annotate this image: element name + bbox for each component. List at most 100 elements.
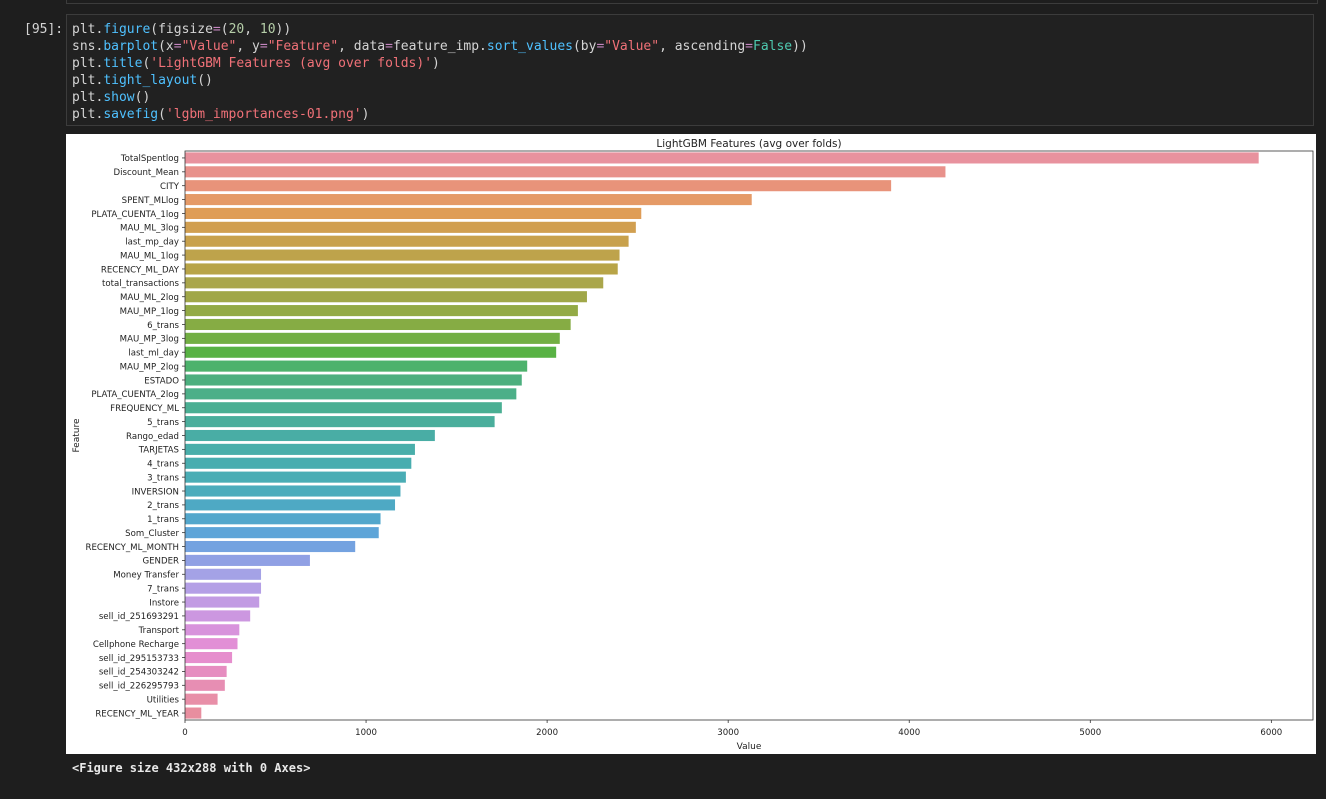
- bar: [185, 374, 522, 386]
- y-tick-label: 3_trans: [147, 473, 179, 483]
- bar: [185, 332, 560, 344]
- bar: [185, 194, 752, 206]
- y-tick-label: 1_trans: [147, 515, 179, 525]
- y-tick-label: Cellphone Recharge: [93, 640, 179, 650]
- y-tick-label: MAU_MP_1log: [120, 307, 179, 317]
- x-axis-label: Value: [737, 742, 762, 752]
- y-tick-label: 2_trans: [147, 501, 179, 511]
- code-token: =: [173, 39, 182, 54]
- code-token: "Feature": [267, 39, 339, 54]
- x-tick-label: 3000: [717, 728, 739, 738]
- figure-size-output: <Figure size 432x288 with 0 Axes>: [72, 761, 311, 775]
- x-tick-label: 2000: [536, 728, 558, 738]
- code-line: plt.tight_layout(): [72, 72, 1313, 89]
- bar: [185, 221, 636, 233]
- code-token: "Value": [604, 39, 660, 54]
- code-token: plt.: [72, 22, 104, 37]
- bar: [185, 582, 262, 594]
- y-tick-label: 7_trans: [147, 584, 179, 594]
- bar: [185, 360, 528, 372]
- bar: [185, 249, 620, 261]
- code-token: ): [432, 56, 440, 71]
- bar: [185, 540, 356, 553]
- bar: [185, 277, 604, 289]
- code-token: savefig: [103, 107, 159, 122]
- x-tick-label: 6000: [1260, 728, 1282, 738]
- y-tick-label: FREQUENCY_ML: [110, 404, 179, 414]
- code-token: (: [158, 107, 166, 122]
- y-tick-label: MAU_MP_2log: [120, 362, 179, 372]
- y-tick-label: MAU_MP_3log: [120, 335, 179, 345]
- bar: [185, 610, 251, 622]
- bar: [185, 443, 415, 455]
- chart-title: LightGBM Features (avg over folds): [656, 138, 841, 150]
- code-line: plt.figure(figsize=(20, 10)): [72, 21, 1313, 38]
- y-tick-label: RECENCY_ML_MONTH: [86, 543, 179, 553]
- code-token: plt.: [72, 90, 104, 105]
- y-tick-label: Utilities: [147, 695, 180, 705]
- cell-prompt: [95]:: [24, 22, 64, 37]
- code-token: barplot: [103, 39, 159, 54]
- y-tick-label: Rango_edad: [126, 432, 179, 442]
- bar: [185, 596, 260, 608]
- bar: [185, 457, 412, 469]
- y-tick-label: ESTADO: [144, 376, 179, 386]
- y-tick-label: Som_Cluster: [125, 529, 179, 539]
- y-tick-label: CITY: [160, 182, 180, 192]
- bar: [185, 318, 571, 331]
- bar: [185, 166, 946, 178]
- y-tick-label: INVERSION: [132, 487, 179, 497]
- y-tick-label: MAU_ML_1log: [120, 251, 179, 261]
- code-token: , ascending: [659, 39, 746, 54]
- code-token: figure: [103, 22, 151, 37]
- y-tick-label: SPENT_MLlog: [122, 196, 179, 206]
- y-tick-label: TotalSpentlog: [120, 154, 179, 164]
- code-token: 'lgbm_importances-01.png': [165, 107, 362, 122]
- code-token: (figsize: [150, 22, 213, 37]
- bar: [185, 152, 1259, 164]
- code-token: ): [361, 107, 370, 122]
- x-tick-label: 4000: [898, 728, 920, 738]
- y-tick-label: last_mp_day: [125, 238, 179, 248]
- bar: [185, 513, 381, 525]
- bar: [185, 624, 240, 636]
- y-tick-label: RECENCY_ML_DAY: [101, 265, 180, 275]
- code-token: =: [385, 39, 393, 54]
- code-token: False: [753, 39, 793, 54]
- code-token: =: [745, 39, 753, 54]
- code-token: =: [212, 22, 221, 37]
- y-tick-label: Discount_Mean: [114, 168, 179, 178]
- y-tick-label: 5_trans: [147, 418, 179, 428]
- code-token: plt.: [72, 73, 104, 88]
- y-tick-label: sell_id_251693291: [99, 612, 179, 622]
- bar: [185, 527, 379, 539]
- bar: [185, 346, 557, 358]
- code-cell-editor[interactable]: plt.figure(figsize=(20, 10)) sns.barplot(…: [66, 14, 1314, 126]
- bar: [185, 402, 502, 414]
- code-line: plt.title('LightGBM Features (avg over f…: [72, 55, 1313, 72]
- y-tick-label: PLATA_CUENTA_2log: [91, 390, 179, 400]
- bar: [185, 471, 406, 483]
- y-axis-label: Feature: [72, 418, 82, 452]
- y-tick-label: MAU_ML_2log: [120, 293, 179, 303]
- code-token: , y: [236, 39, 260, 54]
- bar: [185, 388, 517, 400]
- bar: [185, 693, 218, 705]
- x-tick-label: 0: [182, 728, 187, 738]
- y-tick-label: 6_trans: [147, 321, 179, 331]
- code-token: (by: [572, 39, 597, 54]
- bar: [185, 235, 629, 247]
- code-token: tight_layout: [103, 73, 198, 88]
- bar: [185, 679, 225, 691]
- bar: [185, 652, 233, 664]
- y-tick-label: last_ml_day: [128, 349, 179, 359]
- y-tick-label: Transport: [138, 626, 180, 636]
- y-tick-label: 4_trans: [147, 460, 179, 470]
- y-tick-label: Money Transfer: [113, 571, 179, 581]
- figure-output: TotalSpentlog Discount_Mean CITY SPENT_MLlo…: [66, 134, 1316, 754]
- x-tick-label: 5000: [1079, 728, 1101, 738]
- bar: [185, 499, 396, 511]
- code-token: (): [134, 90, 151, 105]
- code-token: 10: [259, 22, 276, 37]
- y-tick-label: sell_id_254303242: [99, 668, 179, 678]
